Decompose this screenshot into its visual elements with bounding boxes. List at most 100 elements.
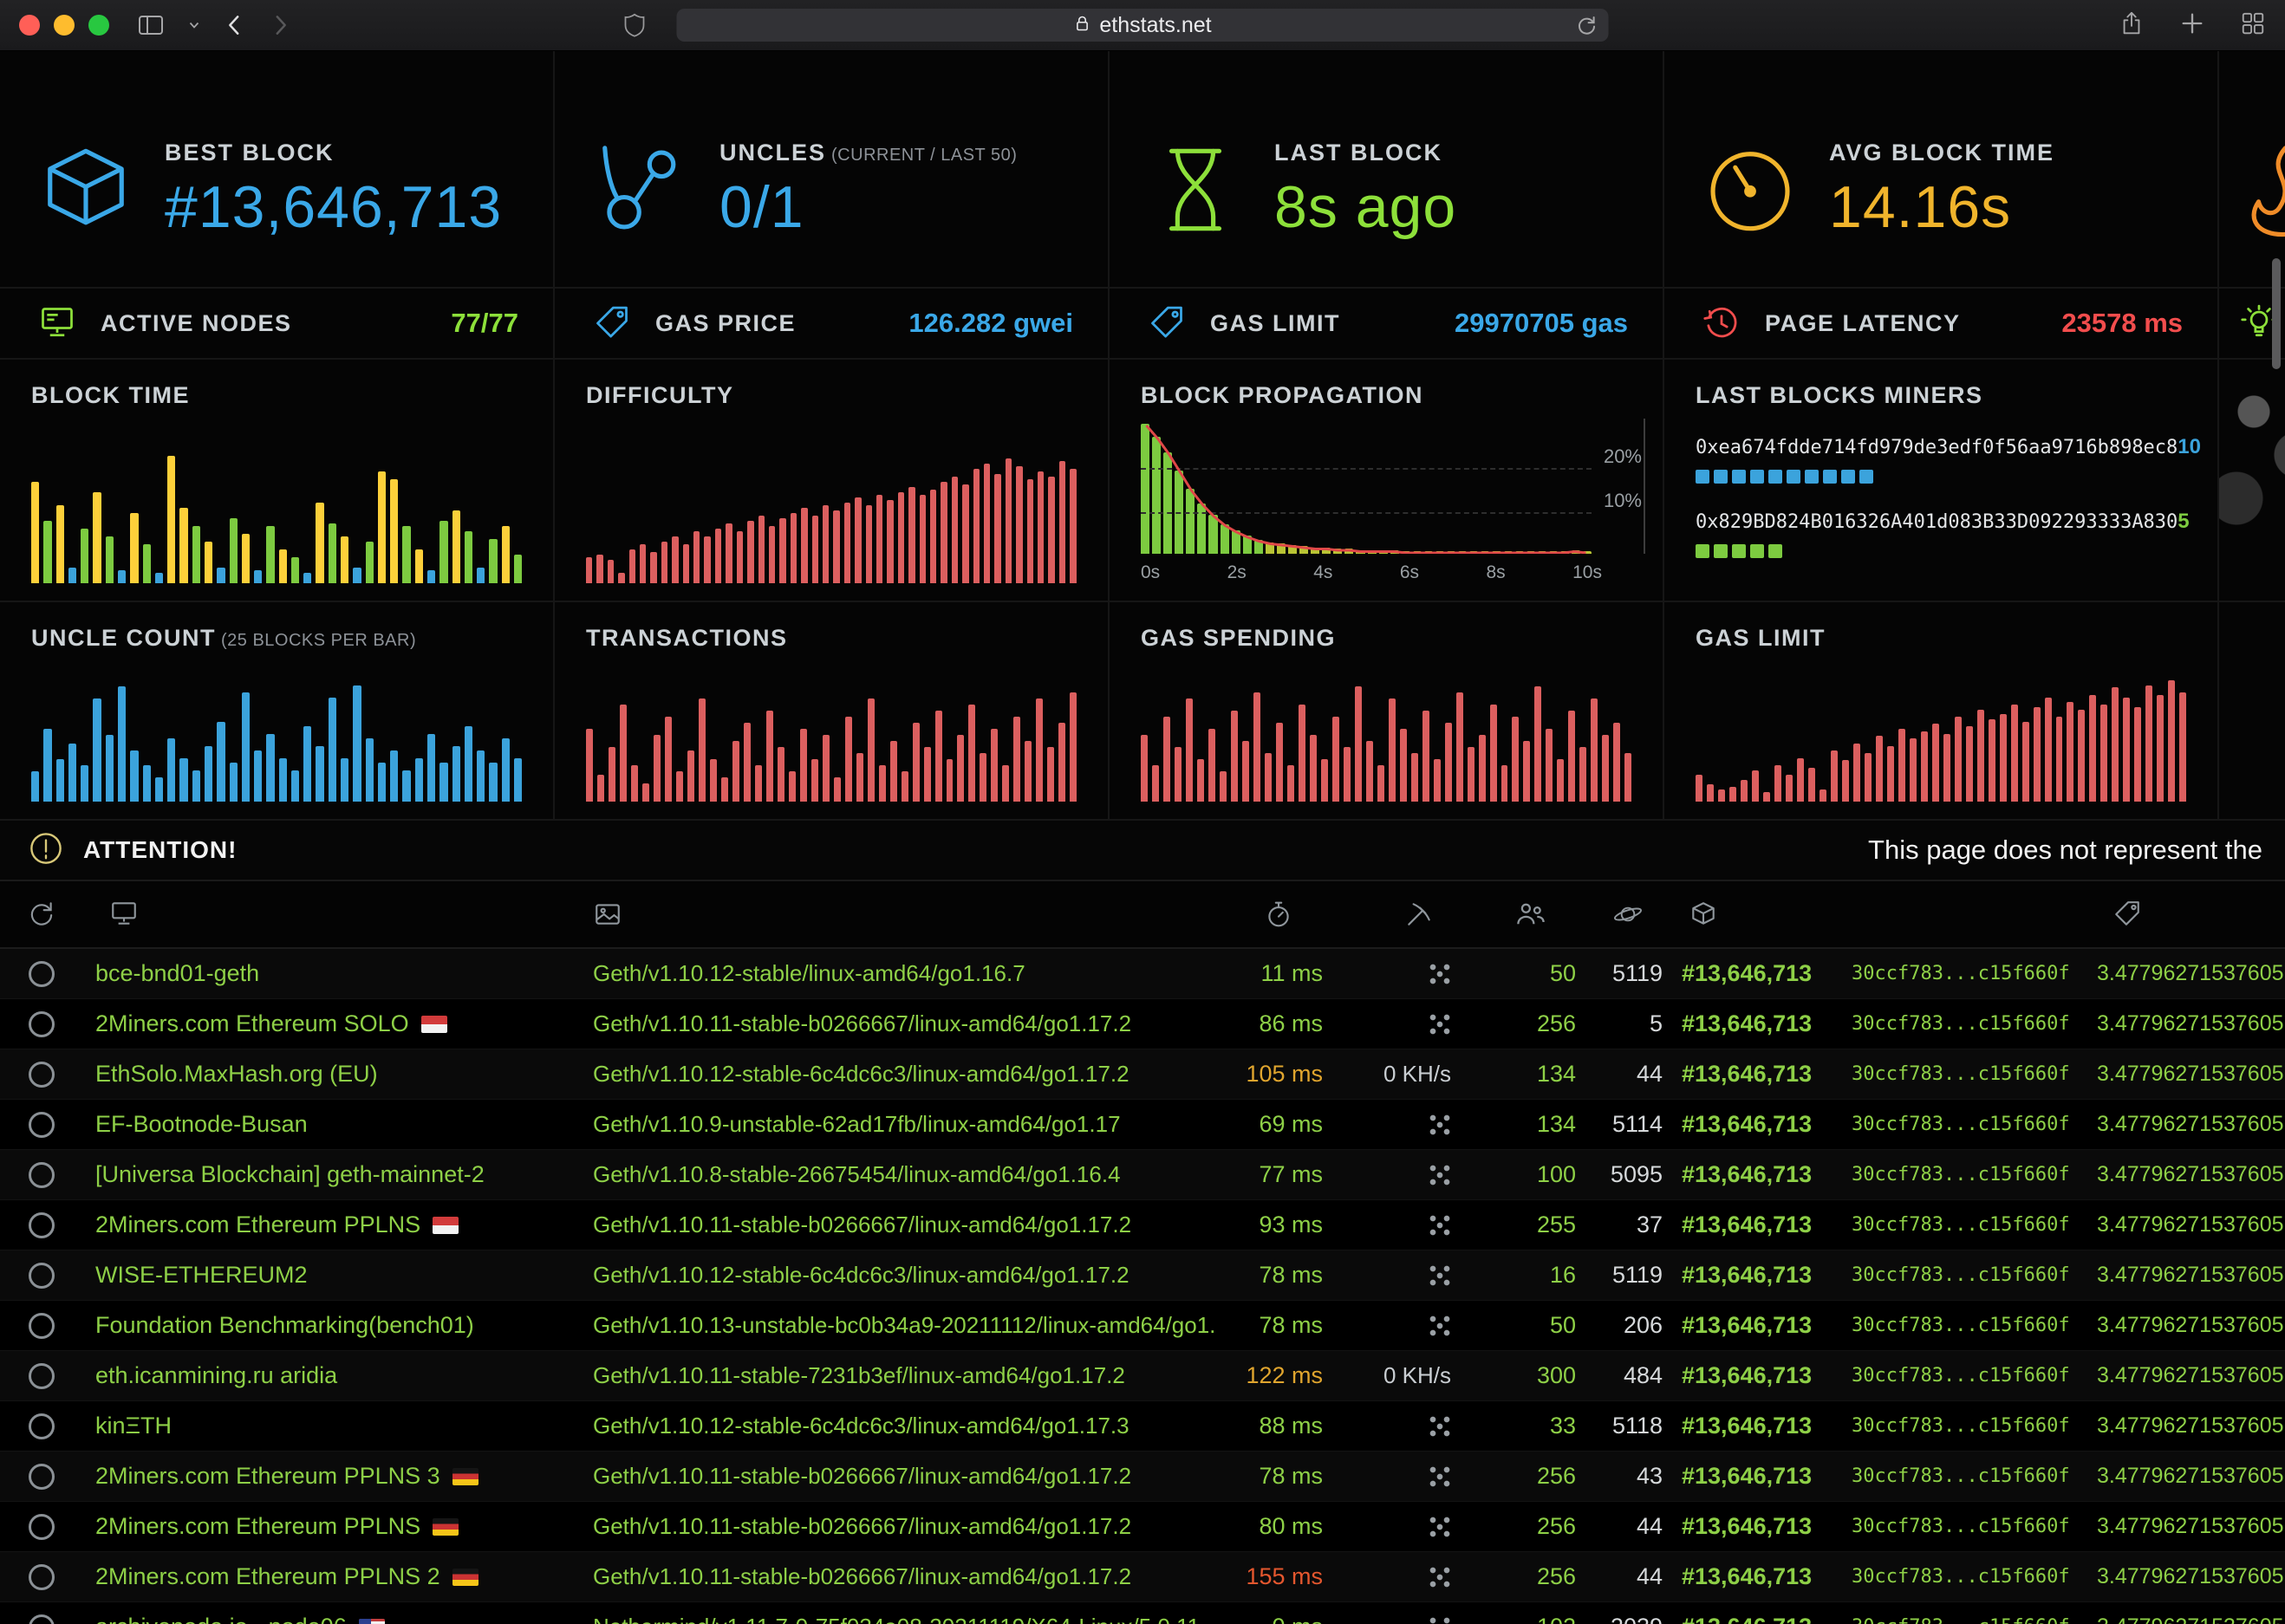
chart-bar bbox=[242, 692, 250, 802]
node-block: #13,646,713 bbox=[1671, 1362, 1845, 1389]
block-propagation-panel: BLOCK PROPAGATION 20% 10% 0s 2s 4s 6s 8s… bbox=[1110, 360, 1664, 601]
stat-label: AVG BLOCK TIME bbox=[1829, 140, 2054, 166]
miner-block-count: 5 bbox=[2178, 510, 2189, 534]
chart-bar bbox=[1481, 551, 1489, 554]
chart-bar bbox=[1490, 705, 1497, 802]
country-flag-icon bbox=[452, 1569, 478, 1586]
country-flag-icon bbox=[421, 1016, 447, 1033]
country-flag-icon bbox=[433, 1217, 459, 1234]
chart-bar bbox=[1865, 753, 1872, 802]
node-latency: 69 ms bbox=[1259, 1111, 1342, 1138]
chart-bar bbox=[608, 560, 614, 583]
chevron-down-icon[interactable] bbox=[187, 18, 201, 32]
chart-bar bbox=[898, 492, 904, 583]
status-ring-icon bbox=[29, 1514, 55, 1540]
back-button[interactable] bbox=[224, 14, 246, 36]
chart-bar bbox=[778, 747, 784, 802]
chart-bar bbox=[845, 717, 852, 802]
table-row[interactable]: 2Miners.com Ethereum PPLNS 3Geth/v1.10.1… bbox=[0, 1452, 2285, 1502]
chart-bar bbox=[1266, 542, 1274, 555]
node-total-difficulty: 3.477962715376051e+ bbox=[2074, 1564, 2285, 1589]
chart-bar bbox=[1435, 551, 1444, 554]
chart-bar bbox=[823, 505, 829, 583]
x-tick-label: 0s bbox=[1141, 562, 1160, 583]
node-latency: 78 ms bbox=[1259, 1463, 1342, 1490]
node-block: #13,646,713 bbox=[1671, 1061, 1845, 1088]
table-row[interactable]: 2Miners.com Ethereum PPLNS 2Geth/v1.10.1… bbox=[0, 1552, 2285, 1602]
chart-bar bbox=[994, 474, 1000, 583]
miner-block-square bbox=[1805, 470, 1819, 484]
chart-bar bbox=[1288, 545, 1297, 555]
reload-button[interactable] bbox=[1576, 14, 1598, 42]
chart-title: GAS LIMIT bbox=[1696, 625, 2186, 652]
chart-bar bbox=[913, 723, 920, 802]
table-row[interactable]: eth.icanmining.ru aridiaGeth/v1.10.11-st… bbox=[0, 1351, 2285, 1401]
table-row[interactable]: Foundation Benchmarking(bench01)Geth/v1.… bbox=[0, 1301, 2285, 1351]
not-mining-icon bbox=[1429, 1264, 1451, 1287]
chart-bar bbox=[205, 746, 212, 802]
miner-entry[interactable]: 0xea674fdde714fd979de3edf0f56aa9716b898e… bbox=[1696, 435, 2186, 484]
x-tick-label: 8s bbox=[1487, 562, 1506, 583]
close-window-button[interactable] bbox=[19, 15, 40, 36]
chart-bar bbox=[935, 711, 942, 802]
chart-bar bbox=[217, 568, 225, 583]
node-block-hash: 30ccf783...c15f660f bbox=[1845, 1063, 2074, 1085]
table-row[interactable]: EthSolo.MaxHash.org (EU)Geth/v1.10.12-st… bbox=[0, 1049, 2285, 1100]
gauge-icon bbox=[1702, 142, 1798, 237]
node-pending: 37 bbox=[1637, 1212, 1671, 1238]
chart-bar bbox=[2168, 680, 2175, 802]
node-mining bbox=[1429, 1516, 1463, 1538]
scrollbar[interactable] bbox=[2272, 258, 2281, 369]
node-block-hash: 30ccf783...c15f660f bbox=[1845, 1465, 2074, 1487]
chart-bar bbox=[2034, 707, 2041, 802]
table-row[interactable]: bce-bnd01-gethGeth/v1.10.12-stable/linux… bbox=[0, 949, 2285, 999]
privacy-shield-icon[interactable] bbox=[622, 13, 647, 42]
chart-title: TRANSACTIONS bbox=[586, 625, 1077, 652]
chart-bar bbox=[902, 771, 908, 802]
chart-bar bbox=[1047, 747, 1054, 802]
chart-bar bbox=[1025, 741, 1032, 802]
chart-bar bbox=[1006, 458, 1012, 583]
share-button[interactable] bbox=[2119, 10, 2145, 41]
stat-gas-price: GAS PRICE 126.282 gwei bbox=[555, 289, 1110, 358]
chart-bar bbox=[254, 570, 262, 583]
chart-title: UNCLE COUNT(25 BLOCKS PER BAR) bbox=[31, 625, 522, 652]
address-bar[interactable]: ethstats.net bbox=[677, 9, 1609, 42]
sidebar-toggle-button[interactable] bbox=[137, 11, 165, 39]
chart-bar bbox=[823, 735, 830, 802]
node-client-version: Geth/v1.10.11-stable-b0266667/linux-amd6… bbox=[577, 1563, 1215, 1590]
chart-bar bbox=[1527, 551, 1535, 554]
forward-button[interactable] bbox=[269, 14, 291, 36]
miner-block-square bbox=[1841, 470, 1855, 484]
table-row[interactable]: archivenode.io - node06Nethermind/v1.11.… bbox=[0, 1602, 2285, 1624]
zoom-window-button[interactable] bbox=[88, 15, 109, 36]
chart-bar bbox=[834, 777, 841, 802]
node-block: #13,646,713 bbox=[1671, 1463, 1845, 1490]
table-row[interactable]: 2Miners.com Ethereum PPLNSGeth/v1.10.11-… bbox=[0, 1200, 2285, 1250]
uncle-count-bars bbox=[31, 680, 522, 802]
chart-bar bbox=[366, 542, 374, 583]
miner-entry[interactable]: 0x829BD824B016326A401d083B33D092293333A8… bbox=[1696, 510, 2186, 558]
chart-bar bbox=[721, 777, 728, 802]
history-clock-icon bbox=[1702, 304, 1741, 342]
node-client-version: Geth/v1.10.9-unstable-62ad17fb/linux-amd… bbox=[577, 1111, 1215, 1138]
node-total-difficulty: 3.477962715376051e+ bbox=[2074, 1363, 2285, 1388]
chart-bar bbox=[1515, 551, 1524, 554]
table-row[interactable]: 2Miners.com Ethereum PPLNSGeth/v1.10.11-… bbox=[0, 1502, 2285, 1552]
chart-bar bbox=[329, 698, 336, 802]
table-row[interactable]: kinΞTHGeth/v1.10.12-stable-6c4dc6c3/linu… bbox=[0, 1401, 2285, 1452]
node-name: bce-bnd01-geth bbox=[83, 960, 577, 987]
chart-bar bbox=[192, 770, 200, 802]
chart-bar bbox=[991, 729, 998, 802]
minimize-window-button[interactable] bbox=[54, 15, 75, 36]
table-row[interactable]: 2Miners.com Ethereum SOLOGeth/v1.10.11-s… bbox=[0, 999, 2285, 1049]
node-peers: 256 bbox=[1537, 1563, 1585, 1590]
tab-overview-button[interactable] bbox=[2240, 10, 2266, 41]
new-tab-button[interactable] bbox=[2179, 10, 2205, 41]
node-client-version: Geth/v1.10.11-stable-b0266667/linux-amd6… bbox=[577, 1513, 1215, 1540]
table-row[interactable]: WISE-ETHEREUM2Geth/v1.10.12-stable-6c4dc… bbox=[0, 1250, 2285, 1301]
chart-bar bbox=[1152, 765, 1159, 802]
node-name: 2Miners.com Ethereum PPLNS bbox=[83, 1513, 577, 1540]
table-row[interactable]: [Universa Blockchain] geth-mainnet-2Geth… bbox=[0, 1150, 2285, 1200]
table-row[interactable]: EF-Bootnode-BusanGeth/v1.10.9-unstable-6… bbox=[0, 1100, 2285, 1150]
